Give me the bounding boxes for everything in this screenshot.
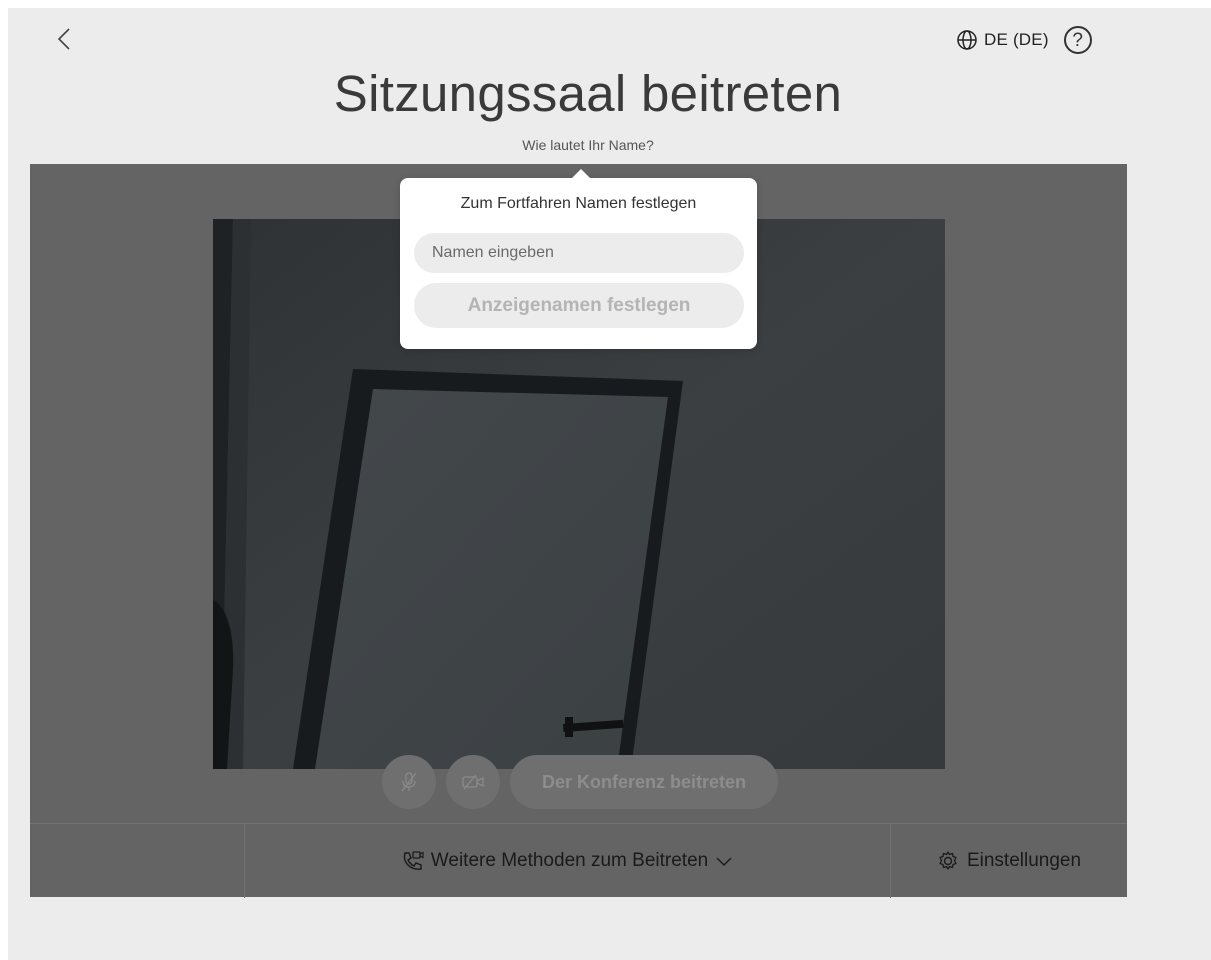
settings-label: Einstellungen [966, 850, 1082, 871]
camera-off-icon [462, 774, 484, 790]
page-subtitle: Wie lautet Ihr Name? [522, 137, 654, 153]
help-icon: ? [1072, 29, 1083, 51]
more-join-methods-button[interactable]: Weitere Methoden zum Beitreten [245, 824, 891, 898]
bottom-bar: Weitere Methoden zum Beitreten Einstellu… [30, 823, 1127, 898]
mute-button[interactable] [382, 755, 436, 809]
settings-button[interactable]: Einstellungen [891, 824, 1127, 898]
bottom-bar-spacer [30, 824, 245, 898]
join-page: DE (DE) ? Sitzungssaal beitreten Wie lau… [8, 8, 1211, 960]
phone-video-icon [403, 851, 424, 870]
name-input[interactable] [414, 233, 744, 273]
join-meeting-button[interactable]: Der Konferenz beitreten [510, 755, 778, 809]
microphone-muted-icon [401, 772, 417, 792]
chevron-left-icon [57, 28, 70, 50]
more-join-methods-label: Weitere Methoden zum Beitreten [430, 850, 709, 871]
header-actions: DE (DE) ? [956, 24, 1092, 56]
gear-icon [939, 851, 957, 870]
call-controls: Der Konferenz beitreten [382, 755, 778, 809]
name-popover-title: Zum Fortfahren Namen festlegen [460, 195, 697, 212]
help-button[interactable]: ? [1063, 26, 1092, 54]
globe-icon [957, 30, 977, 50]
chevron-down-icon [716, 857, 732, 866]
language-selector[interactable]: DE (DE) [956, 29, 1049, 51]
page-title: Sitzungssaal beitreten [333, 65, 843, 122]
language-label: DE (DE) [984, 30, 1049, 49]
name-popover: Zum Fortfahren Namen festlegen Anzeigena… [400, 169, 757, 349]
set-display-name-button[interactable]: Anzeigenamen festlegen [414, 283, 744, 328]
video-toggle-button[interactable] [446, 755, 500, 809]
back-button[interactable] [52, 22, 76, 56]
